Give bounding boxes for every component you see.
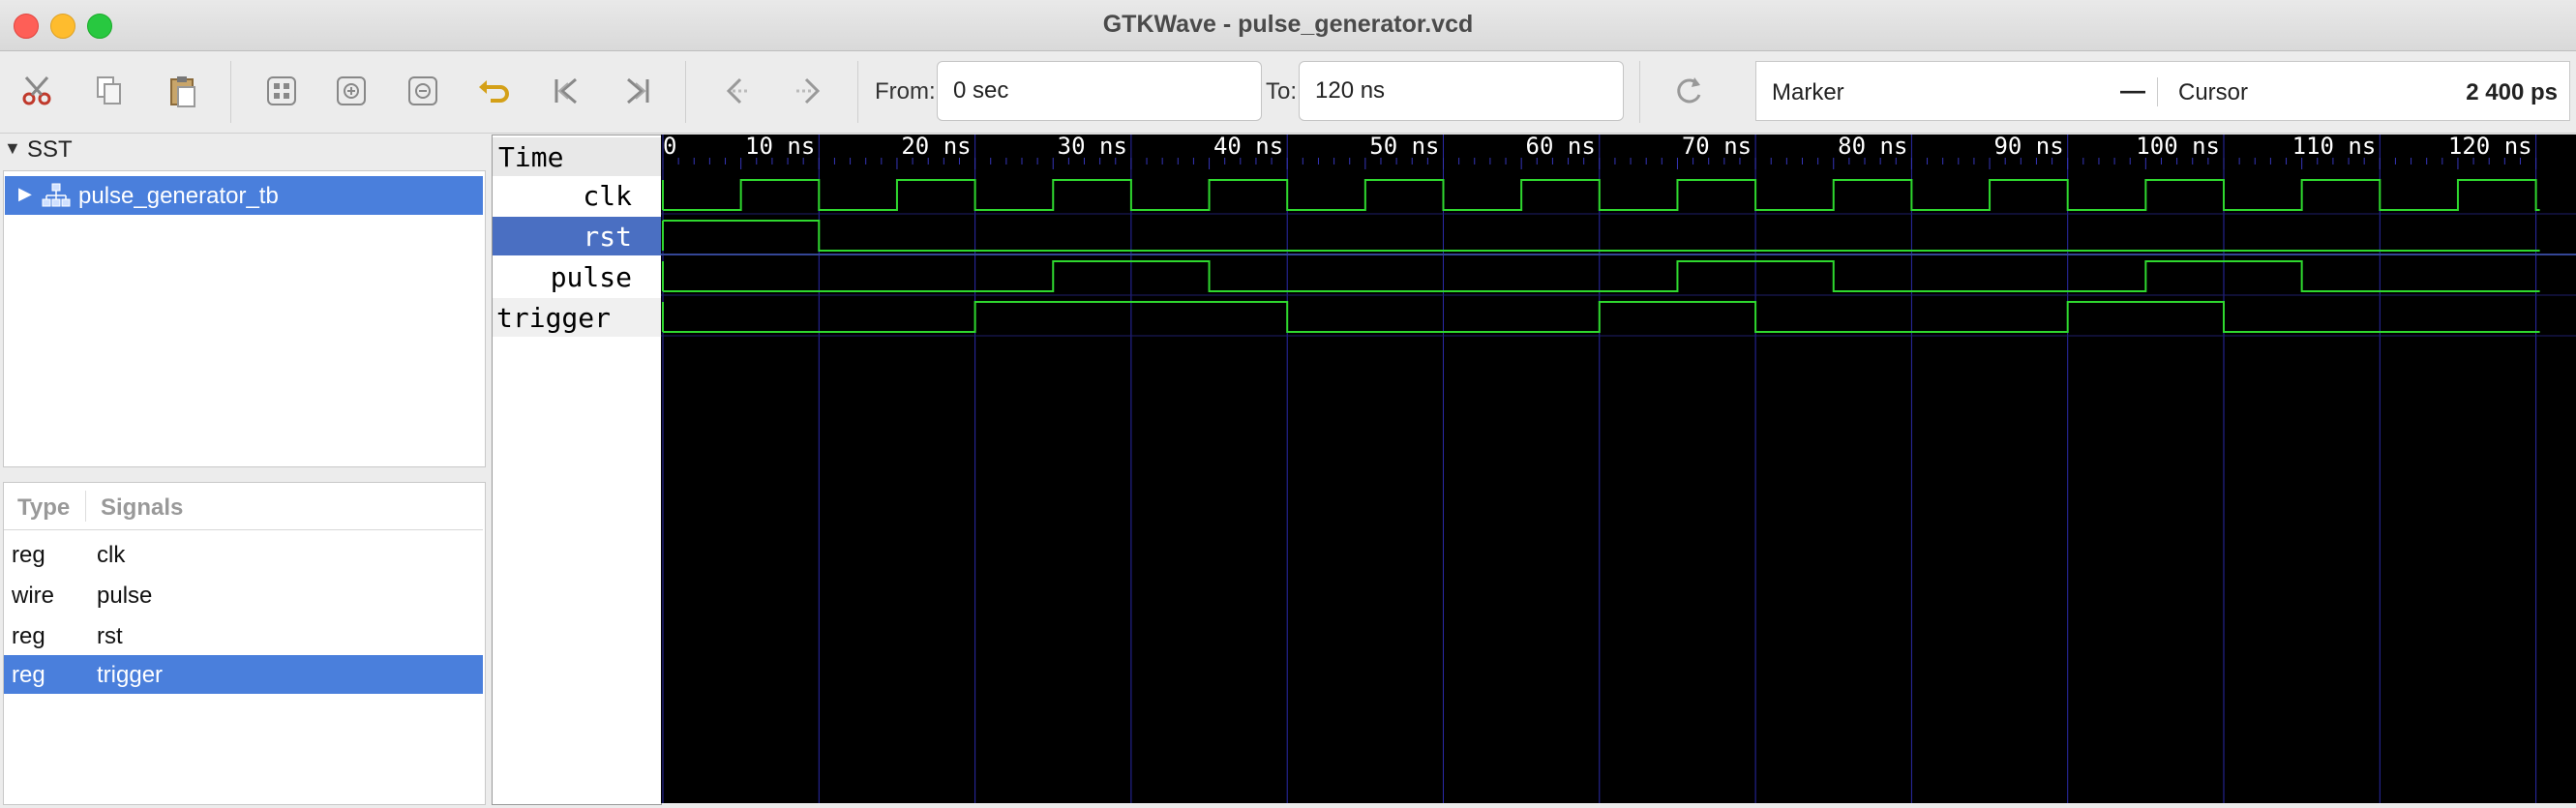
marker-label: Marker bbox=[1772, 79, 1844, 105]
signal-type: reg bbox=[12, 542, 45, 568]
time-tick-label: 40 ns bbox=[1213, 135, 1283, 160]
zoom-fit-icon[interactable] bbox=[259, 69, 304, 113]
from-label: From: bbox=[875, 78, 936, 105]
paste-icon[interactable] bbox=[161, 69, 205, 113]
signal-row-rst[interactable]: reg rst bbox=[4, 616, 483, 655]
signal-name: clk bbox=[97, 542, 126, 568]
collapse-triangle-icon[interactable]: ▼ bbox=[4, 138, 21, 159]
undo-zoom-icon[interactable] bbox=[472, 69, 517, 113]
wave-name-trigger[interactable]: trigger bbox=[493, 298, 661, 337]
cut-icon[interactable] bbox=[15, 69, 60, 113]
time-tick-label: 120 ns bbox=[2448, 135, 2532, 160]
reload-icon[interactable] bbox=[1666, 69, 1711, 113]
time-tick-label: 70 ns bbox=[1682, 135, 1752, 160]
wave-name-rst[interactable]: rst bbox=[493, 217, 661, 255]
signal-name: trigger bbox=[97, 662, 164, 688]
time-tick-label: 90 ns bbox=[1993, 135, 2063, 160]
time-tick-label: 10 ns bbox=[745, 135, 815, 160]
wave-name-label: pulse bbox=[550, 261, 632, 293]
toolbar: From: 0 sec To: 120 ns Marker — Cursor 2… bbox=[0, 51, 2576, 134]
toolbar-separator bbox=[1639, 61, 1640, 123]
waveform-pulse bbox=[663, 260, 2540, 292]
time-tick-label: 80 ns bbox=[1838, 135, 1907, 160]
signal-type: reg bbox=[12, 623, 45, 649]
waveform-canvas[interactable]: 0 10 ns 20 ns 30 ns 40 ns 50 ns 60 ns 70 ns 80 n… bbox=[661, 133, 2576, 803]
signal-names-column: Time clk rst pulse trigger bbox=[492, 135, 662, 805]
prev-edge-icon[interactable] bbox=[716, 69, 761, 113]
marker-cursor-display: Marker — Cursor 2 400 ps bbox=[1755, 61, 2570, 121]
time-tick-label: 0 bbox=[663, 135, 676, 160]
signals-list-pane: Type Signals reg clk wire pulse reg rst … bbox=[3, 482, 486, 805]
wave-name-clk[interactable]: clk bbox=[493, 176, 661, 215]
signal-name: rst bbox=[97, 623, 123, 649]
signal-type: reg bbox=[12, 662, 45, 688]
time-tick-label: 110 ns bbox=[2292, 135, 2377, 160]
signal-row-trigger[interactable]: reg trigger bbox=[4, 655, 483, 694]
zoom-out-icon[interactable] bbox=[401, 69, 445, 113]
time-label: Time bbox=[498, 141, 564, 173]
signals-column-header[interactable]: Signals bbox=[101, 494, 183, 522]
toolbar-separator bbox=[685, 61, 686, 123]
from-time-input[interactable]: 0 sec bbox=[937, 61, 1262, 121]
time-tick-label: 100 ns bbox=[2136, 135, 2220, 160]
to-time-input[interactable]: 120 ns bbox=[1299, 61, 1624, 121]
signal-name: pulse bbox=[97, 583, 153, 609]
time-tick-label: 20 ns bbox=[901, 135, 971, 160]
time-tick-label: 30 ns bbox=[1058, 135, 1127, 160]
cursor-label: Cursor bbox=[2178, 79, 2249, 105]
zoom-in-icon[interactable] bbox=[329, 69, 374, 113]
sst-title: SST bbox=[27, 136, 73, 163]
signals-list-header: Type Signals bbox=[4, 483, 483, 530]
zoom-begin-icon[interactable] bbox=[544, 69, 588, 113]
signal-row-clk[interactable]: reg clk bbox=[4, 535, 483, 574]
wave-name-label: rst bbox=[583, 221, 632, 253]
wave-name-label: trigger bbox=[496, 302, 612, 334]
waveform-trigger bbox=[663, 301, 2540, 333]
window-title: GTKWave - pulse_generator.vcd bbox=[1102, 11, 1474, 38]
signal-row-pulse[interactable]: wire pulse bbox=[4, 576, 483, 614]
copy-icon[interactable] bbox=[87, 69, 132, 113]
type-column-header[interactable]: Type bbox=[17, 494, 70, 522]
wave-name-label: clk bbox=[583, 180, 632, 212]
to-label: To: bbox=[1266, 78, 1298, 105]
column-divider bbox=[85, 491, 86, 522]
tree-item-pulse-generator-tb[interactable]: ▶ pulse_generator_tb bbox=[5, 176, 483, 215]
sst-tree: ▶ pulse_generator_tb bbox=[3, 170, 486, 467]
waveform-rst bbox=[663, 220, 2540, 252]
time-header: Time bbox=[493, 137, 661, 176]
time-tick-label: 50 ns bbox=[1369, 135, 1439, 160]
title-bar: GTKWave - pulse_generator.vcd bbox=[0, 0, 2576, 51]
waveform-view[interactable]: 0 10 ns 20 ns 30 ns 40 ns 50 ns 60 ns 70 ns 80 n… bbox=[661, 133, 2576, 803]
hierarchy-icon bbox=[42, 182, 71, 209]
waveform-clk bbox=[663, 179, 2540, 211]
zoom-end-icon[interactable] bbox=[615, 69, 660, 113]
toolbar-separator bbox=[230, 61, 231, 123]
toolbar-separator bbox=[857, 61, 858, 123]
time-tick-label: 60 ns bbox=[1526, 135, 1596, 160]
cursor-value: 2 400 ps bbox=[2466, 79, 2558, 105]
wave-name-pulse[interactable]: pulse bbox=[493, 257, 661, 296]
tree-item-label: pulse_generator_tb bbox=[78, 183, 279, 209]
signal-type: wire bbox=[12, 583, 55, 609]
next-edge-icon[interactable] bbox=[786, 69, 830, 113]
sst-header[interactable]: ▼ SST bbox=[0, 135, 488, 164]
expand-triangle-icon[interactable]: ▶ bbox=[18, 184, 32, 204]
marker-value: — bbox=[2120, 75, 2145, 105]
divider bbox=[2157, 77, 2158, 106]
